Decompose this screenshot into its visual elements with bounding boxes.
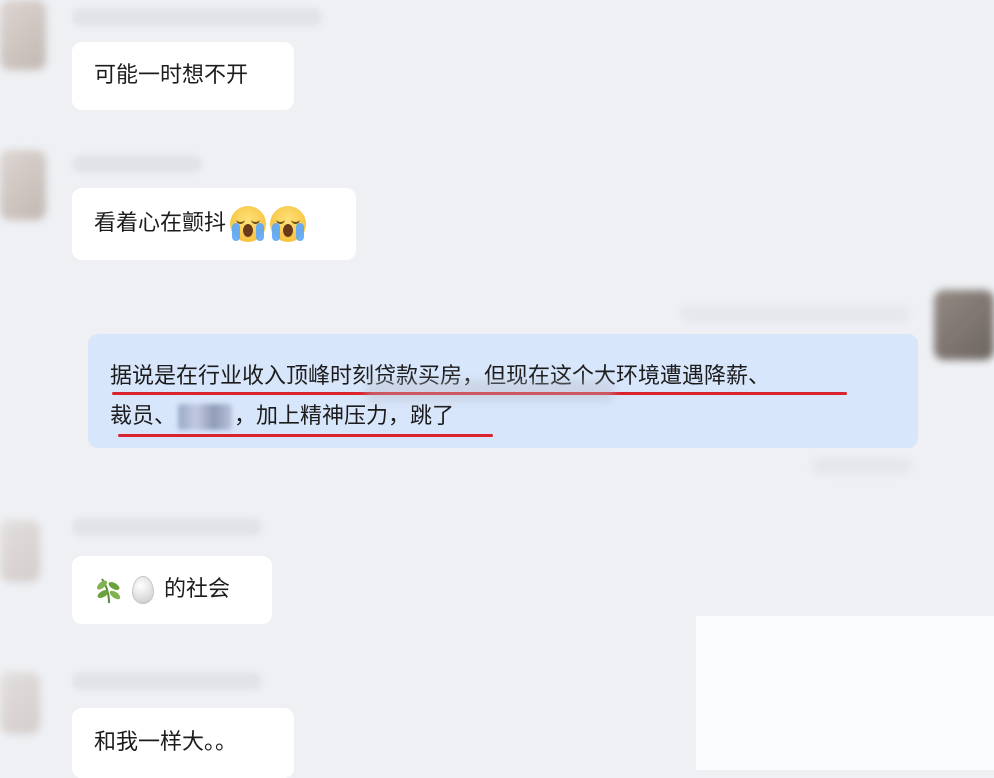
avatar[interactable]	[0, 0, 46, 70]
avatar[interactable]	[0, 150, 46, 220]
avatar[interactable]	[934, 290, 994, 360]
message-text: 可能一时想不开	[94, 63, 249, 88]
message-text: 的社会	[164, 577, 231, 602]
crying-face-icon	[270, 206, 307, 242]
sender-name-blurred	[72, 8, 322, 26]
message-text: ，加上精神压力，跳了	[234, 404, 455, 429]
sender-name-blurred	[72, 155, 202, 173]
avatar[interactable]	[0, 672, 40, 734]
blank-area	[696, 616, 994, 770]
message-text: 看着心在颤抖	[94, 211, 227, 236]
sender-name-blurred	[72, 518, 262, 536]
chat-bubble[interactable]: 看着心在颤抖	[72, 188, 356, 260]
chat-bubble[interactable]: 和我一样大。。	[72, 708, 294, 778]
censored-text	[178, 404, 233, 430]
chat-bubble[interactable]: 的社会	[72, 556, 272, 624]
highlight-underline	[118, 434, 493, 437]
chat-bubble[interactable]: 可能一时想不开	[72, 42, 294, 110]
egg-icon	[132, 576, 154, 604]
sender-name-blurred	[72, 672, 262, 690]
leaf-icon	[94, 575, 124, 605]
sender-name-blurred	[680, 305, 910, 323]
message-status-blurred	[812, 458, 912, 474]
watermark	[365, 380, 615, 402]
message-text: 和我一样大。。	[94, 730, 238, 755]
crying-face-icon	[230, 206, 267, 242]
message-text: 裁员、	[110, 404, 177, 429]
avatar[interactable]	[0, 520, 40, 582]
